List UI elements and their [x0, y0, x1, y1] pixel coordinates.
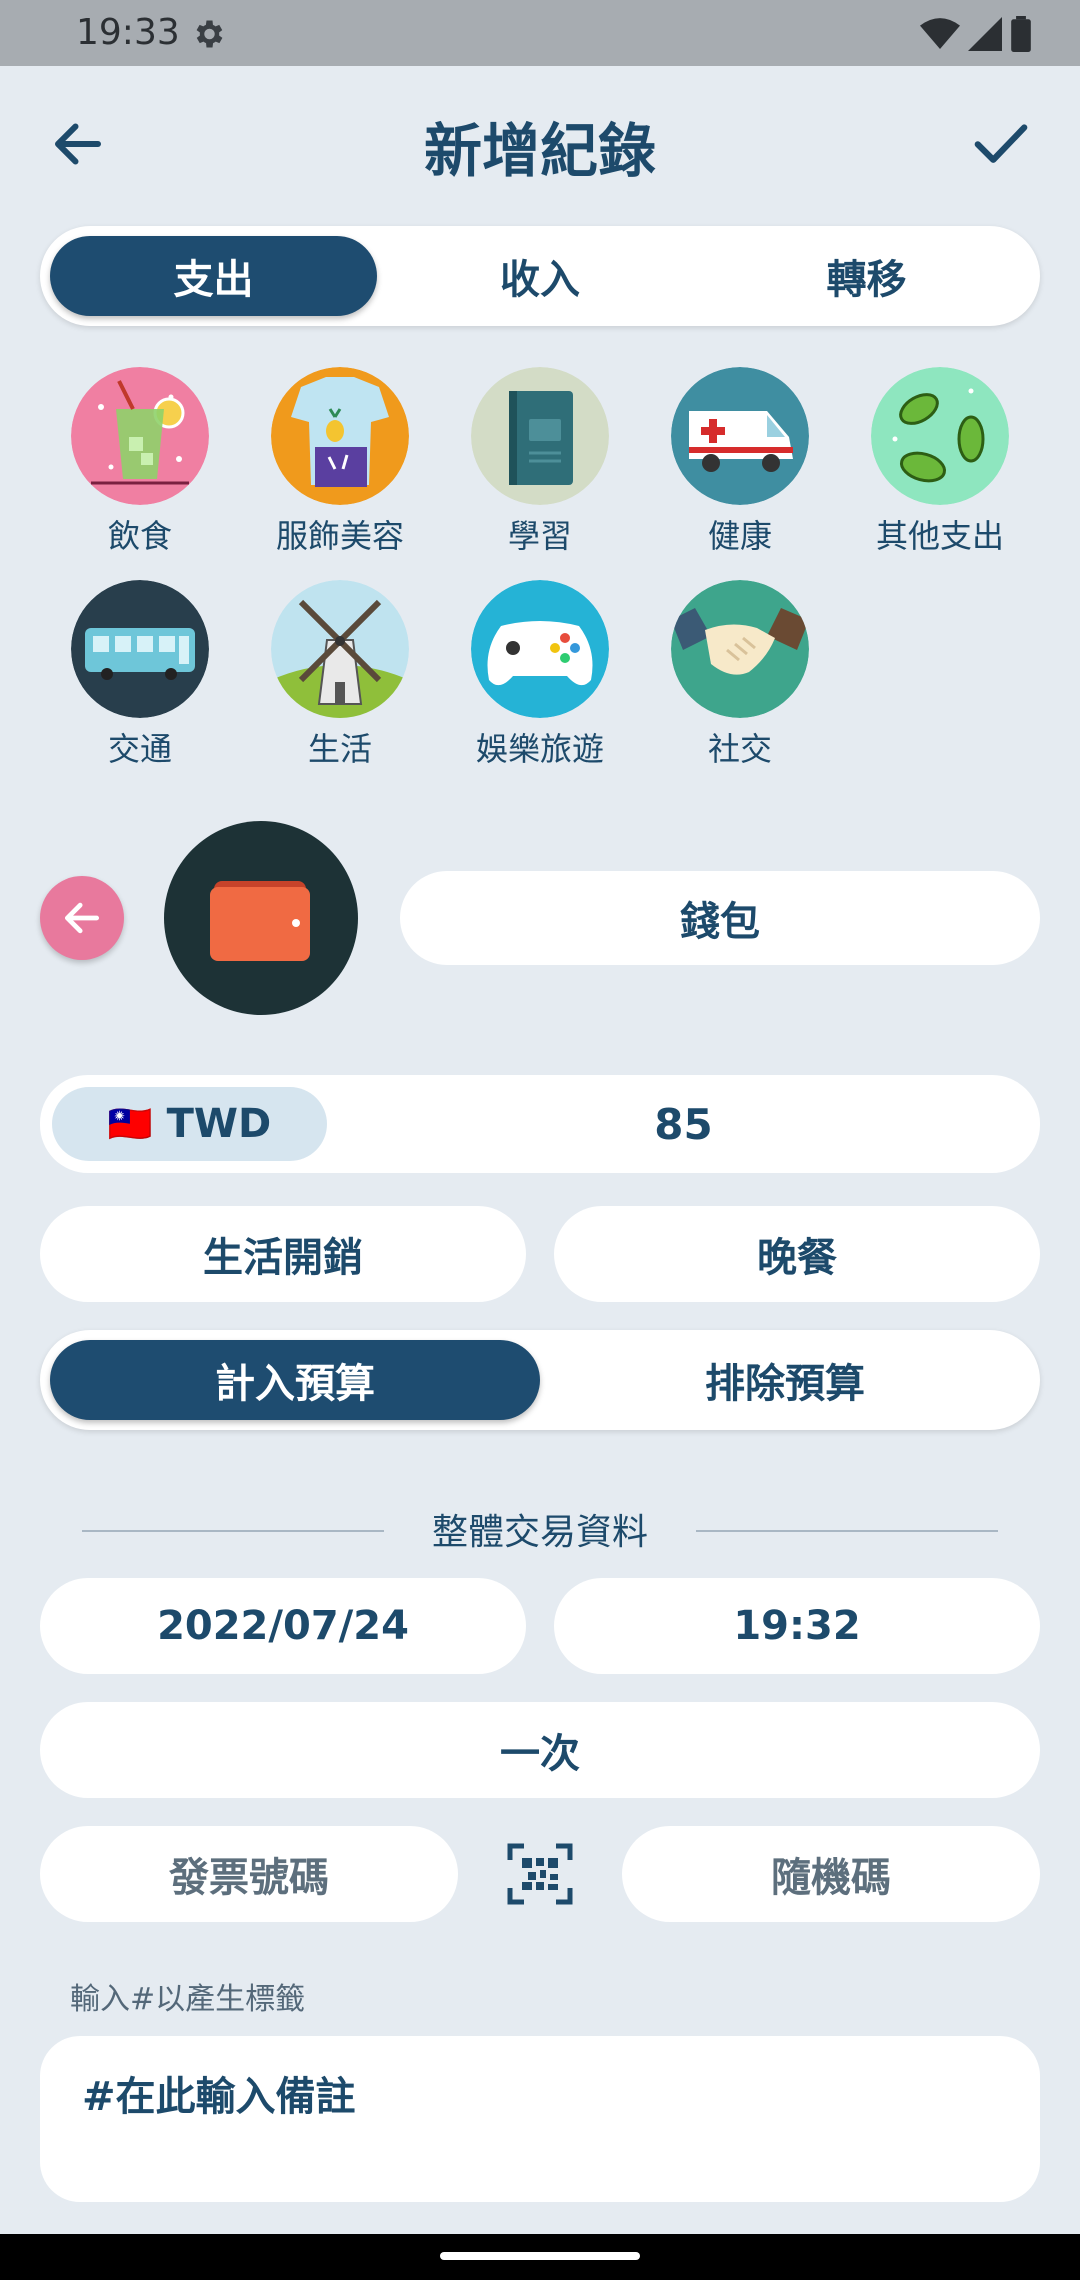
- home-handle[interactable]: [440, 2252, 640, 2260]
- invoice-number-input[interactable]: 發票號碼: [40, 1826, 458, 1922]
- repeat-selector[interactable]: 一次: [40, 1702, 1040, 1798]
- qr-scan-button[interactable]: [506, 1842, 574, 1906]
- currency-selector[interactable]: 🇹🇼 TWD: [52, 1087, 327, 1161]
- subcategory-label: 生活開銷: [203, 1235, 363, 1281]
- system-icons: [920, 16, 1032, 52]
- account-selector[interactable]: 錢包: [400, 871, 1040, 965]
- item-name-label: 晚餐: [757, 1235, 837, 1281]
- transaction-type-tabs: 支出 收入 轉移: [40, 226, 1040, 326]
- random-code-input[interactable]: 隨機碼: [622, 1826, 1040, 1922]
- category-label: 交通: [107, 730, 172, 768]
- tab-expense[interactable]: 支出: [50, 236, 377, 316]
- category-label: 飲食: [107, 517, 172, 555]
- category-label: 娛樂旅遊: [475, 730, 604, 768]
- time-picker[interactable]: 19:32: [554, 1578, 1040, 1674]
- account-icon-button[interactable]: [164, 821, 358, 1015]
- random-code-placeholder: 隨機碼: [771, 1855, 891, 1901]
- tab-exclude-budget[interactable]: 排除預算: [540, 1340, 1030, 1420]
- battery-icon: [1011, 16, 1031, 52]
- category-living[interactable]: 生活: [240, 580, 440, 780]
- note-placeholder: #在此輸入備註: [82, 2074, 356, 2120]
- status-bar: 19:33: [0, 0, 1080, 66]
- checkmark-icon[interactable]: [970, 112, 1032, 174]
- category-other-expense[interactable]: 其他支出: [840, 367, 1040, 567]
- wallet-icon: [210, 881, 310, 961]
- tab-include-budget[interactable]: 計入預算: [50, 1340, 540, 1420]
- drink-icon: [71, 367, 209, 505]
- handshake-icon: [671, 580, 809, 718]
- note-hint: 輸入#以產生標籤: [70, 1982, 306, 2017]
- category-study[interactable]: 學習: [440, 367, 640, 567]
- time-value: 19:32: [733, 1603, 861, 1649]
- qr-code-icon: [507, 1843, 573, 1905]
- leaves-icon: [871, 367, 1009, 505]
- windmill-icon: [271, 580, 409, 718]
- repeat-value: 一次: [500, 1731, 580, 1777]
- category-label: 健康: [707, 517, 772, 555]
- section-title: 整體交易資料: [431, 1512, 648, 1553]
- category-label: 社交: [707, 730, 772, 768]
- tab-income[interactable]: 收入: [377, 236, 703, 316]
- clothing-icon: [271, 367, 409, 505]
- divider: [696, 1530, 998, 1532]
- navigation-bar: [0, 2234, 1080, 2280]
- swap-arrow-button[interactable]: [40, 876, 124, 960]
- category-label: 生活: [307, 730, 372, 768]
- category-clothing[interactable]: 服飾美容: [240, 367, 440, 567]
- signal-icon: [968, 17, 1002, 51]
- category-label: 學習: [507, 517, 572, 555]
- account-name: 錢包: [680, 899, 760, 945]
- category-health[interactable]: 健康: [640, 367, 840, 567]
- category-label: 其他支出: [875, 517, 1004, 555]
- taiwan-flag-icon: 🇹🇼: [107, 1104, 153, 1145]
- budget-tabs: 計入預算 排除預算: [40, 1330, 1040, 1430]
- note-input[interactable]: #在此輸入備註: [40, 2036, 1040, 2202]
- category-food[interactable]: 飲食: [40, 367, 240, 567]
- tab-transfer[interactable]: 轉移: [703, 236, 1030, 316]
- subcategory-button[interactable]: 生活開銷: [40, 1206, 526, 1302]
- book-icon: [471, 367, 609, 505]
- category-transport[interactable]: 交通: [40, 580, 240, 780]
- status-time: 19:33: [76, 12, 180, 53]
- gamepad-icon: [471, 580, 609, 718]
- arrow-left-icon: [64, 902, 100, 934]
- category-label: 服飾美容: [275, 517, 404, 555]
- category-entertainment[interactable]: 娛樂旅遊: [440, 580, 640, 780]
- category-social[interactable]: 社交: [640, 580, 840, 780]
- item-name-button[interactable]: 晚餐: [554, 1206, 1040, 1302]
- page-title: 新增紀錄: [423, 117, 656, 185]
- amount-value: 85: [654, 1099, 713, 1149]
- date-picker[interactable]: 2022/07/24: [40, 1578, 526, 1674]
- date-value: 2022/07/24: [157, 1603, 409, 1649]
- gear-icon: [196, 20, 223, 48]
- currency-code: TWD: [166, 1101, 272, 1147]
- app-bar: 新增紀錄: [0, 66, 1080, 216]
- wifi-icon: [920, 18, 960, 49]
- invoice-number-placeholder: 發票號碼: [169, 1855, 329, 1901]
- ambulance-icon: [671, 367, 809, 505]
- bus-icon: [71, 580, 209, 718]
- amount-field[interactable]: 🇹🇼 TWD 85: [40, 1075, 1040, 1173]
